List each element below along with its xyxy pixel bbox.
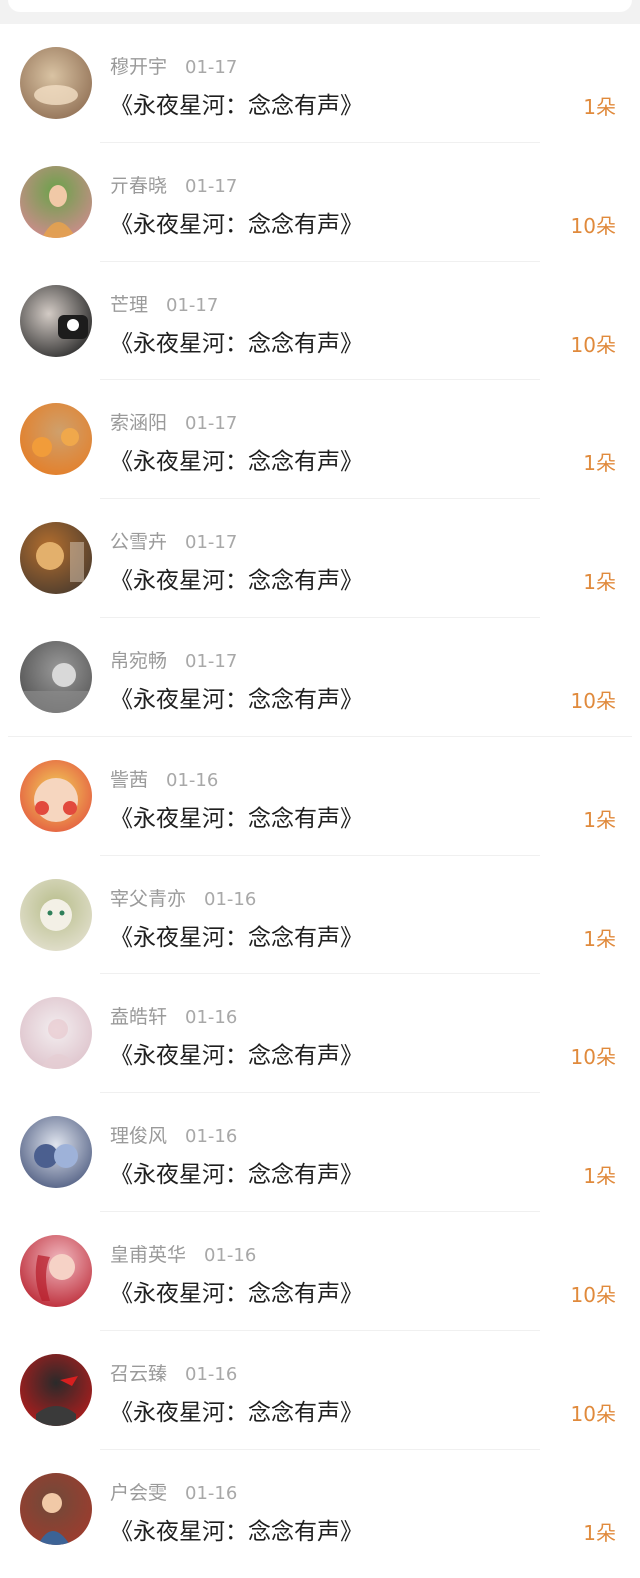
user-meta: 盍皓轩 01-16 — [110, 1002, 237, 1029]
username: 索涵阳 — [110, 412, 168, 435]
user-meta: 穆开宇 01-17 — [110, 52, 237, 79]
list-item[interactable]: 訾茜 01-16 《永夜星河：念念有声》 1朵 — [0, 737, 640, 856]
user-meta: 訾茜 01-16 — [110, 765, 218, 792]
flower-count: 10朵 — [570, 213, 616, 238]
gift-title: 《永夜星河：念念有声》 — [110, 1518, 363, 1545]
avatar[interactable] — [20, 403, 92, 476]
flower-count: 1朵 — [583, 451, 616, 476]
gift-title: 《永夜星河：念念有声》 — [110, 924, 363, 951]
gift-title: 《永夜星河：念念有声》 — [110, 449, 363, 476]
flower-count: 1朵 — [583, 926, 616, 951]
gift-title: 《永夜星河：念念有声》 — [110, 1162, 363, 1189]
date: 01-17 — [166, 294, 219, 316]
date: 01-16 — [204, 888, 257, 910]
user-meta: 宰父青亦 01-16 — [110, 884, 256, 911]
flower-count: 1朵 — [583, 570, 616, 595]
date: 01-17 — [185, 175, 238, 197]
flower-count: 10朵 — [570, 1045, 616, 1070]
list-item[interactable]: 索涵阳 01-17 《永夜星河：念念有声》 1朵 — [0, 380, 640, 500]
avatar[interactable] — [20, 1353, 92, 1426]
list-item[interactable]: 皇甫英华 01-16 《永夜星河：念念有声》 10朵 — [0, 1212, 640, 1331]
date: 01-17 — [185, 413, 238, 435]
date: 01-16 — [185, 1007, 238, 1029]
flower-count: 10朵 — [570, 688, 616, 713]
gift-list: 穆开宇 01-17 《永夜星河：念念有声》 1朵 亓春晓 01-17 《永夜星河：念… — [0, 24, 640, 1568]
date: 01-17 — [185, 57, 238, 78]
user-meta: 芒理 01-17 — [110, 290, 218, 317]
gift-title: 《永夜星河：念念有声》 — [110, 211, 363, 238]
username: 公雪卉 — [110, 531, 168, 554]
user-meta: 皇甫英华 01-16 — [110, 1240, 256, 1267]
avatar[interactable] — [20, 284, 92, 357]
flower-count: 1朵 — [583, 95, 616, 119]
list-item[interactable]: 召云臻 01-16 《永夜星河：念念有声》 10朵 — [0, 1331, 640, 1450]
flower-count: 1朵 — [583, 1164, 616, 1189]
username: 理俊风 — [110, 1125, 168, 1148]
date: 01-16 — [185, 1126, 238, 1148]
user-meta: 理俊风 01-16 — [110, 1121, 237, 1148]
username: 宰父青亦 — [110, 887, 187, 910]
username: 召云臻 — [110, 1362, 168, 1385]
list-item[interactable]: 芒理 01-17 《永夜星河：念念有声》 10朵 — [0, 262, 640, 381]
gift-title: 《永夜星河：念念有声》 — [110, 330, 363, 357]
user-meta: 户会雯 01-16 — [110, 1478, 237, 1505]
flower-count: 10朵 — [570, 332, 616, 357]
list-item[interactable]: 宰父青亦 01-16 《永夜星河：念念有声》 1朵 — [0, 856, 640, 975]
date: 01-16 — [166, 769, 219, 791]
avatar[interactable] — [20, 1116, 92, 1189]
gift-title: 《永夜星河：念念有声》 — [110, 1399, 363, 1426]
gift-title: 《永夜星河：念念有声》 — [110, 568, 363, 595]
avatar[interactable] — [20, 759, 92, 832]
gift-title: 《永夜星河：念念有声》 — [110, 805, 363, 832]
username: 皇甫英华 — [110, 1243, 187, 1266]
date: 01-16 — [204, 1244, 257, 1266]
username: 穆开宇 — [110, 56, 168, 78]
avatar[interactable] — [20, 47, 92, 119]
username: 芒理 — [110, 293, 149, 316]
date: 01-16 — [185, 1363, 238, 1385]
gift-title: 《永夜星河：念念有声》 — [110, 1280, 363, 1307]
gift-title: 《永夜星河：念念有声》 — [110, 686, 363, 713]
gift-title: 《永夜星河：念念有声》 — [110, 93, 363, 119]
username: 亓春晓 — [110, 174, 168, 197]
user-meta: 帛宛畅 01-17 — [110, 646, 237, 673]
flower-count: 1朵 — [583, 807, 616, 832]
flower-count: 1朵 — [583, 1520, 616, 1545]
avatar[interactable] — [20, 165, 92, 238]
gift-title: 《永夜星河：念念有声》 — [110, 1043, 363, 1070]
user-meta: 索涵阳 01-17 — [110, 408, 237, 435]
user-meta: 召云臻 01-16 — [110, 1359, 237, 1386]
avatar[interactable] — [20, 1234, 92, 1307]
username: 盍皓轩 — [110, 1006, 168, 1029]
list-item[interactable]: 穆开宇 01-17 《永夜星河：念念有声》 1朵 — [0, 24, 640, 143]
username: 帛宛畅 — [110, 649, 168, 672]
username: 户会雯 — [110, 1481, 168, 1504]
top-card — [8, 0, 632, 12]
list-item[interactable]: 公雪卉 01-17 《永夜星河：念念有声》 1朵 — [0, 499, 640, 618]
flower-count: 10朵 — [570, 1401, 616, 1426]
list-item[interactable]: 帛宛畅 01-17 《永夜星河：念念有声》 10朵 — [0, 618, 640, 737]
top-bar — [0, 0, 640, 24]
date: 01-17 — [185, 532, 238, 554]
list-item[interactable]: 亓春晓 01-17 《永夜星河：念念有声》 10朵 — [0, 143, 640, 262]
list-item[interactable]: 盍皓轩 01-16 《永夜星河：念念有声》 10朵 — [0, 974, 640, 1094]
user-meta: 公雪卉 01-17 — [110, 527, 237, 554]
user-meta: 亓春晓 01-17 — [110, 171, 237, 198]
date: 01-17 — [185, 650, 238, 672]
avatar[interactable] — [20, 640, 92, 713]
avatar[interactable] — [20, 878, 92, 951]
list-item[interactable]: 理俊风 01-16 《永夜星河：念念有声》 1朵 — [0, 1093, 640, 1212]
date: 01-16 — [185, 1482, 238, 1504]
flower-count: 10朵 — [570, 1282, 616, 1307]
avatar[interactable] — [20, 1472, 92, 1545]
avatar[interactable] — [20, 997, 92, 1070]
list-item[interactable]: 户会雯 01-16 《永夜星河：念念有声》 1朵 — [0, 1450, 640, 1569]
username: 訾茜 — [110, 768, 149, 791]
avatar[interactable] — [20, 522, 92, 595]
